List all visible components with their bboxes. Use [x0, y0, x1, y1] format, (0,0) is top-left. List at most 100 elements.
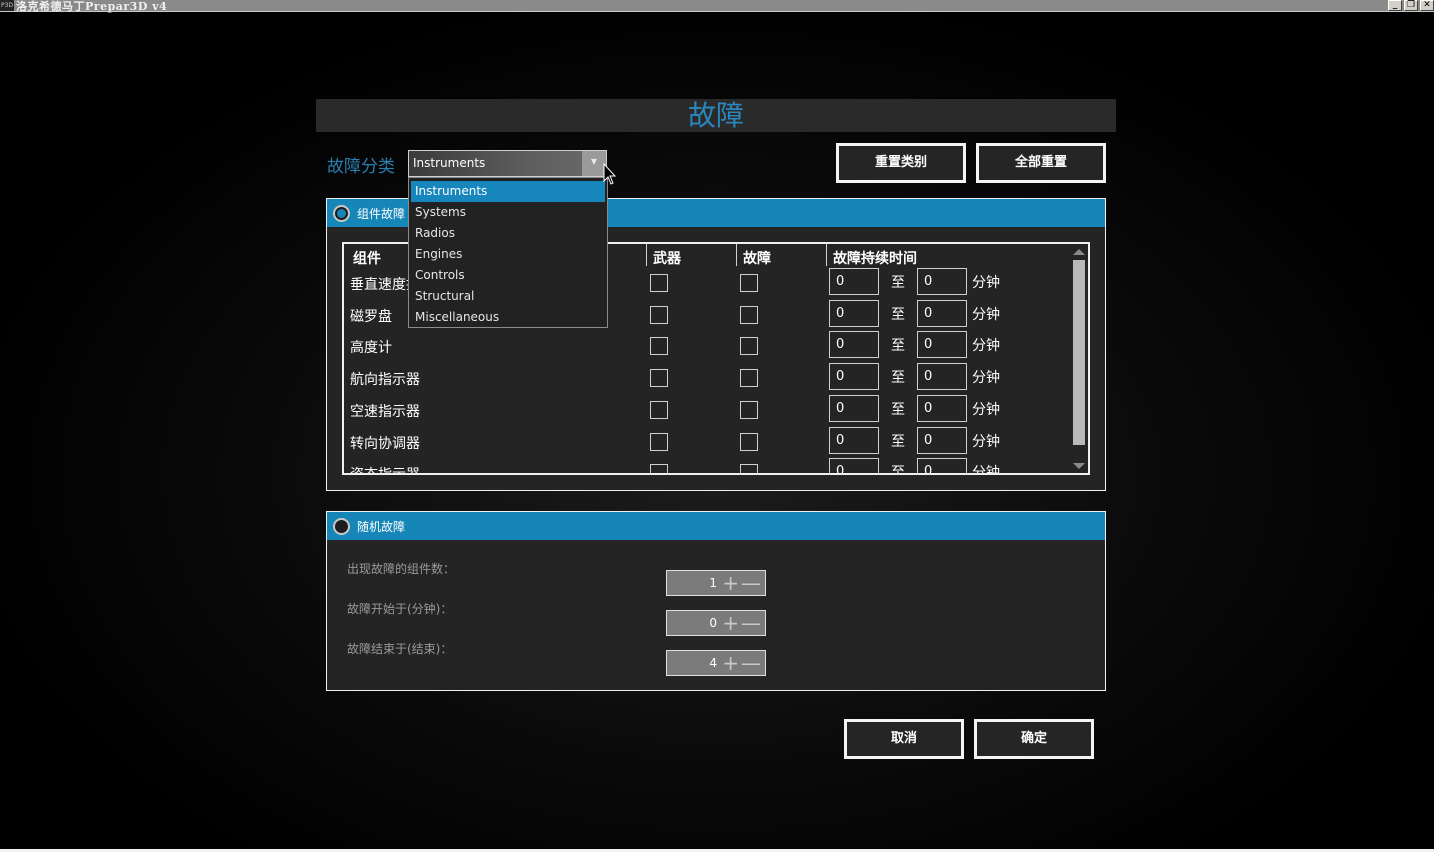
armed-checkbox[interactable] [650, 337, 668, 356]
duration-to-input[interactable]: 0 [917, 458, 967, 473]
failed-checkbox[interactable] [740, 400, 758, 419]
stepper-value[interactable]: 1 [709, 576, 717, 590]
column-divider [646, 244, 647, 266]
column-header-armed: 武器 [653, 251, 681, 267]
component-failures-radio[interactable] [333, 205, 350, 222]
failed-checkbox[interactable] [740, 369, 758, 388]
category-select[interactable]: Instruments ▼ [408, 150, 607, 177]
armed-checkbox[interactable] [650, 464, 668, 473]
failed-checkbox[interactable] [740, 274, 758, 292]
to-label: 至 [891, 306, 905, 323]
random-field-label: 故障结束于(结束)： [347, 642, 453, 656]
mouse-cursor-icon [603, 163, 617, 185]
failed-checkbox[interactable] [740, 464, 758, 473]
minus-icon[interactable]: — [741, 572, 761, 594]
unit-label: 分钟 [972, 465, 1000, 475]
category-dropdown-list: Instruments Systems Radios Engines Controls S… [408, 177, 608, 328]
duration-to-input[interactable]: 0 [917, 299, 967, 327]
restore-button[interactable]: ❐ [1404, 0, 1418, 11]
random-field-label: 故障开始于(分钟)： [347, 602, 453, 616]
minus-icon[interactable]: — [741, 652, 761, 674]
armed-checkbox[interactable] [650, 305, 668, 324]
unit-label: 分钟 [972, 401, 1000, 418]
random-failures-radio[interactable] [333, 518, 350, 535]
duration-to-input[interactable]: 0 [917, 363, 967, 391]
armed-checkbox[interactable] [650, 369, 668, 388]
failed-checkbox[interactable] [740, 432, 758, 451]
scrollbar-thumb[interactable] [1073, 260, 1085, 445]
component-row: 姿态指示器 0 至 0 分钟 [344, 458, 1074, 475]
dialog-title: 故障 [687, 99, 744, 132]
column-divider [736, 244, 737, 266]
to-label: 至 [891, 433, 905, 450]
category-option[interactable]: Miscellaneous [411, 307, 605, 328]
duration-to-input[interactable]: 0 [917, 268, 967, 295]
plus-icon[interactable]: + [722, 572, 739, 594]
to-label: 至 [891, 370, 905, 387]
quantity-stepper[interactable]: 0 + — [666, 610, 766, 636]
to-label: 至 [891, 338, 905, 355]
unit-label: 分钟 [972, 433, 1000, 450]
category-option[interactable]: Radios [411, 223, 605, 244]
scroll-up-icon[interactable] [1073, 249, 1085, 255]
unit-label: 分钟 [972, 370, 1000, 387]
quantity-stepper[interactable]: 4 + — [666, 650, 766, 676]
window-title: 洛克希德马丁Prepar3D v4 [16, 0, 168, 13]
ok-button[interactable]: 确定 [974, 719, 1094, 759]
minimize-button[interactable]: _ [1388, 0, 1402, 11]
column-header-failed: 故障 [743, 251, 771, 267]
component-row: 高度计 0 至 0 分钟 [344, 331, 1074, 363]
armed-checkbox[interactable] [650, 432, 668, 451]
duration-to-input[interactable]: 0 [917, 394, 967, 422]
failed-checkbox[interactable] [740, 337, 758, 356]
stepper-value[interactable]: 0 [709, 616, 717, 630]
scroll-down-icon[interactable] [1073, 463, 1085, 469]
duration-to-input[interactable]: 0 [917, 331, 967, 359]
component-row: 航向指示器 0 至 0 分钟 [344, 363, 1074, 395]
component-name: 转向协调器 [350, 435, 420, 452]
reset-category-button[interactable]: 重置类别 [836, 143, 966, 183]
category-label: 故障分类 [327, 157, 395, 177]
category-option[interactable]: Engines [411, 244, 605, 265]
random-field-label: 出现故障的组件数： [347, 562, 456, 576]
category-option[interactable]: Structural [411, 286, 605, 307]
close-button[interactable]: ✕ [1420, 0, 1434, 11]
duration-from-input[interactable]: 0 [829, 268, 879, 295]
unit-label: 分钟 [972, 275, 1000, 291]
plus-icon[interactable]: + [722, 652, 739, 674]
category-option[interactable]: Systems [411, 202, 605, 223]
reset-all-button[interactable]: 全部重置 [976, 143, 1106, 183]
duration-from-input[interactable]: 0 [829, 299, 879, 327]
armed-checkbox[interactable] [650, 274, 668, 292]
column-header-component: 组件 [353, 251, 381, 267]
duration-from-input[interactable]: 0 [829, 363, 879, 391]
failed-checkbox[interactable] [740, 305, 758, 324]
random-failures-header[interactable]: 随机故障 [327, 512, 1105, 540]
component-name: 高度计 [350, 340, 392, 357]
random-failures-panel: 随机故障 出现故障的组件数： 1 + — 故障开始于(分钟)： 0 + — 故障结束于(结束)：… [326, 511, 1106, 691]
component-row: 转向协调器 0 至 0 分钟 [344, 426, 1074, 459]
column-divider [826, 244, 827, 266]
random-failure-field: 故障结束于(结束)： 4 + — [327, 640, 1105, 676]
duration-from-input[interactable]: 0 [829, 394, 879, 422]
armed-checkbox[interactable] [650, 400, 668, 419]
random-failure-field: 出现故障的组件数： 1 + — [327, 560, 1105, 596]
cancel-button[interactable]: 取消 [844, 719, 964, 759]
duration-from-input[interactable]: 0 [829, 331, 879, 359]
category-option[interactable]: Instruments [411, 181, 605, 202]
plus-icon[interactable]: + [722, 612, 739, 634]
window-titlebar: P3D 洛克希德马丁Prepar3D v4 _ ❐ ✕ [0, 0, 1434, 13]
category-option[interactable]: Controls [411, 265, 605, 286]
duration-to-input[interactable]: 0 [917, 426, 967, 454]
component-name: 航向指示器 [350, 372, 420, 389]
unit-label: 分钟 [972, 338, 1000, 355]
component-name: 磁罗盘 [350, 308, 392, 325]
duration-from-input[interactable]: 0 [829, 426, 879, 454]
to-label: 至 [891, 465, 905, 475]
unit-label: 分钟 [972, 306, 1000, 323]
quantity-stepper[interactable]: 1 + — [666, 570, 766, 596]
minus-icon[interactable]: — [741, 612, 761, 634]
duration-from-input[interactable]: 0 [829, 458, 879, 473]
table-scrollbar[interactable] [1072, 246, 1086, 473]
stepper-value[interactable]: 4 [709, 656, 717, 670]
